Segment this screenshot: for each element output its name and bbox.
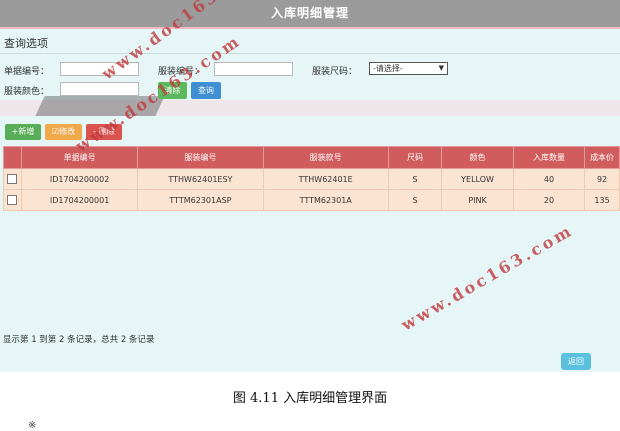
query-button[interactable]: 查询 (191, 82, 221, 99)
table-cell: TTHW62401E (262, 168, 389, 190)
color-input[interactable] (60, 82, 139, 96)
table-cell: YELLOW (441, 168, 514, 190)
return-button[interactable]: 返回 (561, 353, 591, 370)
column-header[interactable]: 尺码 (387, 146, 443, 169)
table-cell: TTHW62401ESY (137, 168, 264, 190)
row-checkbox[interactable] (7, 174, 18, 184)
app-window: 入库明细管理 查询选项 单据编号： 服装编号： 服装尺码： -请选择- ▼ 服装… (0, 0, 620, 372)
table-cell: 20 (512, 189, 586, 211)
add-button[interactable]: +新增 (5, 124, 41, 140)
size-select-value: -请选择- (373, 64, 403, 73)
table-cell: 135 (584, 189, 620, 211)
watermark-text: www.doc163.com (398, 220, 577, 335)
size-select[interactable]: -请选择- ▼ (369, 62, 448, 75)
doc-no-label: 单据编号： (4, 67, 50, 77)
pagination-info: 显示第 1 到第 2 条记录，总共 2 条记录 (3, 335, 155, 345)
table-row[interactable]: ID1704200002 TTHW62401ESY TTHW62401E S Y… (3, 168, 620, 190)
table-cell: S (387, 168, 443, 190)
table-cell: ID1704200001 (20, 189, 139, 211)
row-checkbox-cell[interactable] (3, 189, 22, 211)
table-cell: ID1704200002 (20, 168, 139, 190)
table-cell: 40 (512, 168, 586, 190)
chevron-down-icon: ▼ (438, 64, 444, 72)
table-cell: S (387, 189, 443, 211)
column-header[interactable]: 服装款号 (262, 146, 389, 169)
select-all-header (3, 146, 22, 169)
row-checkbox-cell[interactable] (3, 168, 22, 190)
table-cell: TTTM62301ASP (137, 189, 264, 211)
stray-mark: ※ (28, 420, 37, 431)
column-header[interactable]: 成本价 (584, 146, 620, 169)
stock-in-detail-table: 单据编号 服装编号 服装款号 尺码 颜色 入库数量 成本价 ID17042000… (3, 146, 620, 211)
row-checkbox[interactable] (7, 195, 18, 205)
section-divider (0, 53, 620, 54)
table-cell: TTTM62301A (262, 189, 389, 211)
color-label: 服装颜色： (4, 87, 50, 97)
column-header[interactable]: 颜色 (441, 146, 514, 169)
figure-caption: 图 4.11 入库明细管理界面 (232, 391, 388, 406)
column-header[interactable]: 服装编号 (137, 146, 264, 169)
table-cell: PINK (441, 189, 514, 211)
column-header[interactable]: 入库数量 (512, 146, 586, 169)
query-section-title: 查询选项 (4, 37, 48, 50)
window-title: 入库明细管理 (0, 0, 620, 29)
item-no-input[interactable] (214, 62, 293, 76)
table-row[interactable]: ID1704200001 TTTM62301ASP TTTM62301A S P… (3, 189, 620, 211)
table-cell: 92 (584, 168, 620, 190)
table-header-row: 单据编号 服装编号 服装款号 尺码 颜色 入库数量 成本价 (3, 146, 620, 169)
size-label: 服装尺码： (312, 67, 358, 77)
